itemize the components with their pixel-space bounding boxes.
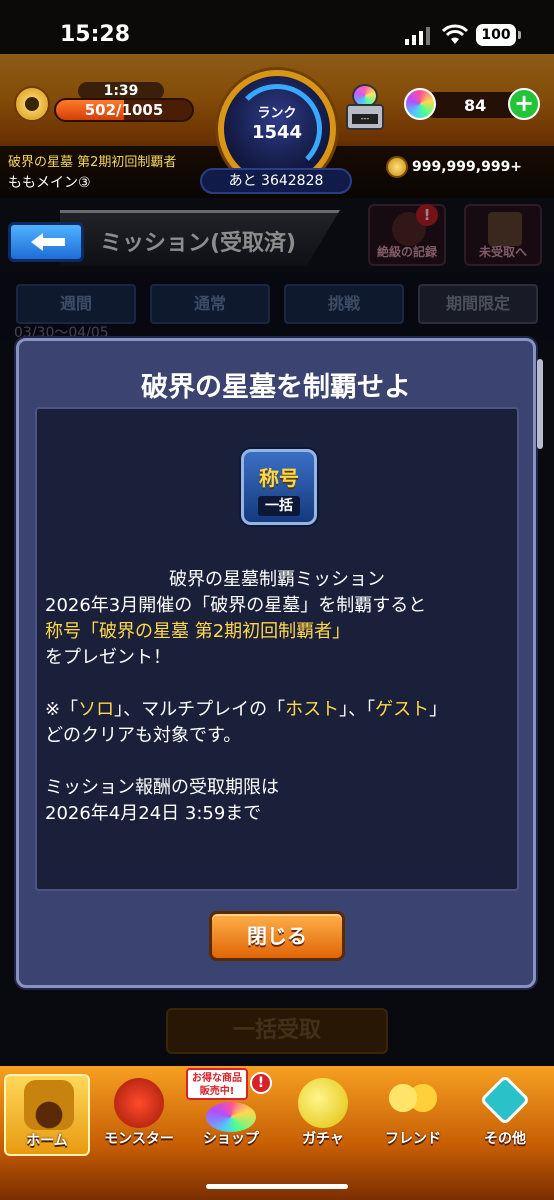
rank-label: ランク xyxy=(257,106,297,121)
mission-condition: 2026年3月開催の「破界の星墓」を制覇すると xyxy=(45,595,427,616)
add-orb-button[interactable]: + xyxy=(508,88,540,120)
nav-monster[interactable]: モンスター xyxy=(96,1074,182,1156)
title-reward-icon: 称号 一括 xyxy=(241,449,317,525)
orb-count: 84 xyxy=(464,96,487,115)
title-reward-label: 称号 xyxy=(259,466,299,490)
note-close: 」 xyxy=(429,699,448,720)
orb-counter: 84 + xyxy=(404,88,544,122)
stamina-badge-icon xyxy=(14,86,50,122)
mission-detail-dialog: 破界の星墓を制覇せよ 称号 一括 破界の星墓制覇ミッション 2026年3月開催の… xyxy=(16,338,543,988)
dialog-scrollbar[interactable] xyxy=(537,359,543,449)
nav-gacha[interactable]: ガチャ xyxy=(280,1074,366,1156)
home-indicator[interactable] xyxy=(206,1184,348,1189)
gold-coin-icon xyxy=(386,156,408,178)
player-title: 破界の星墓 第2期初回制覇者 xyxy=(8,155,177,170)
shop-alert-badge-icon: ! xyxy=(250,1072,272,1094)
gold-value: 999,999,999+ xyxy=(412,159,523,175)
nav-other-label: その他 xyxy=(484,1131,526,1147)
stamina-value: 502/1005 xyxy=(84,101,164,119)
stamina-bar: 502/1005 xyxy=(54,98,194,122)
shop-promo-tag: お得な商品販売中! xyxy=(186,1068,248,1100)
rainbow-orb-icon xyxy=(404,88,436,120)
nav-friend[interactable]: フレンド xyxy=(370,1074,456,1156)
dialog-title: 破界の星墓を制覇せよ xyxy=(141,372,411,403)
note-guest: ゲスト xyxy=(375,699,430,720)
mission-name: 破界の星墓制覇ミッション xyxy=(169,569,385,590)
monster-dragon-icon xyxy=(114,1078,164,1128)
note-sep: 」、「 xyxy=(339,699,376,720)
status-time: 15:28 xyxy=(60,22,131,47)
gacha-machine-icon[interactable]: --- xyxy=(346,84,384,130)
battery-indicator: 100 xyxy=(476,24,521,46)
nav-monster-label: モンスター xyxy=(104,1131,174,1147)
player-name: ももメイン③ xyxy=(8,175,91,191)
friend-balloons-icon xyxy=(388,1078,438,1128)
note-prefix: ※「 xyxy=(45,699,79,720)
title-reward-sublabel: 一括 xyxy=(258,496,300,516)
home-gate-icon xyxy=(24,1080,74,1130)
back-arrow-icon xyxy=(31,233,65,251)
nav-other[interactable]: その他 xyxy=(462,1074,548,1156)
note-multi: 」、マルチプレイの「 xyxy=(114,699,286,720)
note-host: ホスト xyxy=(285,699,340,720)
nav-friend-label: フレンド xyxy=(385,1131,441,1147)
close-button[interactable]: 閉じる xyxy=(209,911,345,961)
deadline-value: 2026年4月24日 3:59まで xyxy=(45,803,262,824)
gacha-box: --- xyxy=(346,104,384,130)
dialog-content: 称号 一括 破界の星墓制覇ミッション 2026年3月開催の「破界の星墓」を制覇す… xyxy=(35,407,519,891)
mission-reward-title: 称号「破界の星墓 第2期初回制覇者」 xyxy=(45,621,351,642)
wifi-icon xyxy=(442,24,468,44)
gacha-box-label: --- xyxy=(352,114,378,124)
nav-home-label: ホーム xyxy=(26,1133,68,1149)
rank-value: 1544 xyxy=(251,122,303,143)
app-root: 15:28 100 1:39 502/1005 ランク 1544 あと 3642… xyxy=(0,0,554,1200)
gacha-egg-icon xyxy=(298,1078,348,1128)
nav-shop-label: ショップ xyxy=(203,1131,259,1147)
mission-note-2: どのクリアも対象です。 xyxy=(45,725,242,746)
status-bar: 15:28 100 xyxy=(0,0,554,54)
mission-note: ※「ソロ」、マルチプレイの「ホスト」、「ゲスト」 xyxy=(45,697,509,723)
mission-reward-suffix: をプレゼント！ xyxy=(45,647,171,668)
cellular-signal-icon xyxy=(405,27,430,45)
bottom-nav: ホーム モンスター ショップ ガチャ フレンド その他 xyxy=(0,1066,554,1200)
other-diamond-icon xyxy=(479,1074,531,1126)
nav-home[interactable]: ホーム xyxy=(4,1074,90,1156)
note-solo: ソロ xyxy=(78,699,115,720)
nav-gacha-label: ガチャ xyxy=(302,1131,344,1147)
deadline-label: ミッション報酬の受取期限は xyxy=(45,777,279,798)
rank-remaining: あと 3642828 xyxy=(200,168,352,194)
gold-counter: 999,999,999+ xyxy=(386,156,522,178)
back-button[interactable] xyxy=(8,222,84,262)
